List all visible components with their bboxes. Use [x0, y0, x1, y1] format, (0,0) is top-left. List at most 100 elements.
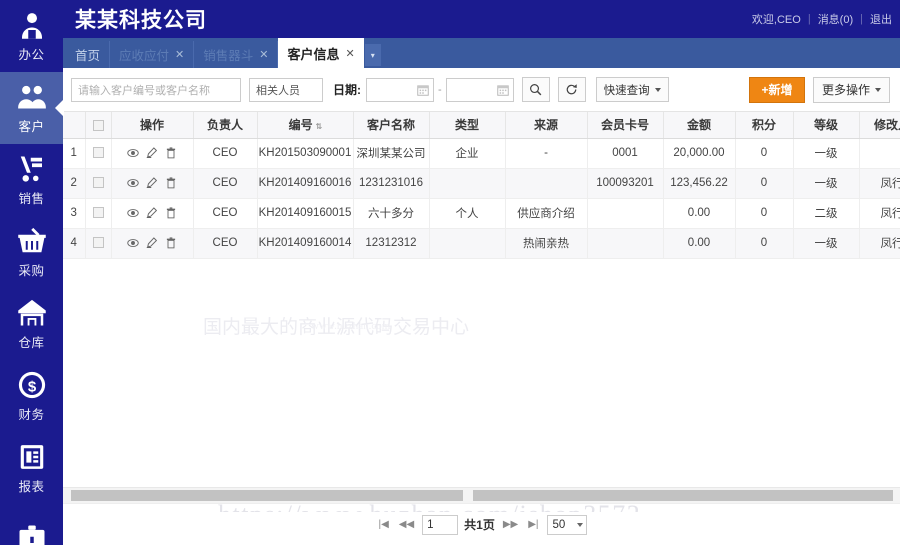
cell-checkbox[interactable] — [85, 168, 112, 199]
sort-icon[interactable]: ⇅ — [316, 122, 323, 131]
sidebar-item-customer[interactable]: 客户 — [0, 72, 63, 144]
cell-owner: CEO — [193, 138, 258, 169]
edit-icon[interactable] — [146, 237, 158, 249]
refresh-button[interactable] — [557, 77, 586, 102]
more-actions-label: 更多操作 — [821, 83, 870, 97]
column-header-select-all[interactable] — [85, 112, 112, 139]
page-size-select[interactable]: 50 — [546, 514, 587, 535]
watermark-domain: www.huzhan.com — [311, 320, 391, 332]
sidebar-item-finance[interactable]: $ 财务 — [0, 360, 63, 432]
quick-query-dropdown[interactable]: 快速查询 — [595, 77, 669, 102]
cell-modifier: 凤行 — [859, 168, 900, 199]
column-header-level[interactable]: 等级 — [793, 112, 860, 139]
edit-icon[interactable] — [146, 177, 158, 189]
sidebar-label-purchase: 采购 — [18, 263, 45, 278]
column-header-code[interactable]: 编号 ⇅ — [257, 112, 354, 139]
sidebar-item-sales[interactable]: 销售 — [0, 144, 63, 216]
cell-checkbox[interactable] — [85, 228, 112, 259]
close-icon[interactable]: ✕ — [175, 48, 184, 61]
scrollbar-track-right[interactable] — [473, 490, 893, 501]
cell-name: 1231231016 — [353, 168, 430, 199]
checkbox-icon[interactable] — [92, 147, 104, 159]
column-header-amount[interactable]: 金额 — [663, 112, 736, 139]
column-header-modifier[interactable]: 修改人 — [859, 112, 900, 139]
checkbox-icon[interactable] — [92, 120, 104, 132]
sidebar-item-purchase[interactable]: 采购 — [0, 216, 63, 288]
sidebar-item-warehouse[interactable]: 仓库 — [0, 288, 63, 360]
checkbox-icon[interactable] — [92, 207, 104, 219]
page-number-input[interactable]: 1 — [422, 514, 459, 535]
first-page-icon[interactable]: |◀ — [376, 519, 390, 530]
search-button[interactable] — [521, 77, 550, 102]
search-icon — [529, 83, 542, 96]
cell-type: 企业 — [429, 138, 506, 169]
scrollbar-thumb[interactable] — [71, 490, 463, 501]
edit-icon[interactable] — [146, 147, 158, 159]
cell-card — [587, 228, 664, 259]
delete-icon[interactable] — [165, 147, 177, 159]
tab-bar: 首页 应收应付 ✕ 销售器斗 ✕ 客户信息 ✕ ▾ — [63, 38, 900, 68]
view-icon[interactable] — [127, 237, 139, 249]
header-separator-1: | — [807, 13, 811, 25]
delete-icon[interactable] — [165, 237, 177, 249]
column-header-name[interactable]: 客户名称 — [353, 112, 430, 139]
prev-page-icon[interactable]: ◀◀ — [397, 519, 416, 530]
tab-customer-info[interactable]: 客户信息 ✕ — [278, 38, 364, 68]
table-row[interactable]: 2 CEO KH201409160016 1231231016 10009320… — [63, 168, 900, 199]
search-input[interactable]: 请输入客户编号或客户名称 — [71, 77, 241, 102]
delete-icon[interactable] — [165, 207, 177, 219]
column-header-source[interactable]: 来源 — [505, 112, 588, 139]
cell-code: KH201409160014 — [257, 228, 354, 259]
table-row[interactable]: 1 CEO KH201503090001 深圳某某公司 企业 - 0001 20… — [63, 138, 900, 169]
customer-table-container: 操作 负责人 编号⇅ 客户名称 类型 来源 会员卡号 金额 积分 等级 修改人 — [63, 112, 900, 512]
more-actions-dropdown[interactable]: 更多操作 — [812, 76, 890, 103]
date-from-input[interactable] — [366, 77, 434, 102]
cell-type — [429, 168, 506, 199]
edit-icon[interactable] — [146, 207, 158, 219]
delete-icon[interactable] — [165, 177, 177, 189]
view-icon[interactable] — [127, 147, 139, 159]
tab-sales[interactable]: 销售器斗 ✕ — [194, 41, 279, 68]
view-icon[interactable] — [127, 207, 139, 219]
column-header-card[interactable]: 会员卡号 — [587, 112, 664, 139]
cell-card: 100093201 — [587, 168, 664, 199]
sidebar-item-office[interactable]: 办公 — [0, 0, 63, 72]
table-row[interactable]: 3 CEO KH201409160015 六十多分 个人 供应商介绍 0.00 … — [63, 198, 900, 229]
cell-type — [429, 228, 506, 259]
logout-link[interactable]: 退出 — [870, 11, 892, 27]
cell-amount: 123,456.22 — [663, 168, 736, 199]
cell-checkbox[interactable] — [85, 198, 112, 229]
column-header-type[interactable]: 类型 — [429, 112, 506, 139]
cell-source — [505, 168, 588, 199]
column-header-points[interactable]: 积分 — [735, 112, 794, 139]
cell-modifier — [859, 138, 900, 169]
chevron-down-icon — [654, 87, 661, 92]
table-row[interactable]: 4 CEO KH201409160014 12312312 热闹亲热 0.00 … — [63, 228, 900, 259]
app-brand-title: 某某科技公司 — [75, 9, 207, 32]
checkbox-icon[interactable] — [92, 177, 104, 189]
close-icon[interactable]: ✕ — [346, 47, 355, 60]
cell-checkbox[interactable] — [85, 138, 112, 169]
last-page-icon[interactable]: ▶| — [526, 519, 540, 530]
tab-home[interactable]: 首页 — [66, 41, 111, 68]
next-page-icon[interactable]: ▶▶ — [501, 519, 520, 530]
add-new-button[interactable]: +新增 — [748, 76, 805, 103]
tab-receivable-payable[interactable]: 应收应付 ✕ — [110, 41, 195, 68]
table-header-row: 操作 负责人 编号⇅ 客户名称 类型 来源 会员卡号 金额 积分 等级 修改人 — [63, 112, 900, 139]
cell-operations — [111, 228, 194, 259]
view-icon[interactable] — [127, 177, 139, 189]
messages-link[interactable]: 消息(0) — [818, 11, 853, 27]
sidebar-label-report: 报表 — [18, 479, 45, 494]
horizontal-scrollbar[interactable] — [63, 487, 900, 503]
checkbox-icon[interactable] — [92, 237, 104, 249]
date-to-input[interactable] — [445, 77, 514, 102]
sidebar-item-more[interactable] — [0, 504, 63, 545]
cell-type: 个人 — [429, 198, 506, 229]
sidebar-item-report[interactable]: 报表 — [0, 432, 63, 504]
chevron-down-icon[interactable]: ▾ — [364, 44, 381, 66]
related-person-input[interactable]: 相关人员 — [249, 77, 323, 102]
column-header-owner[interactable]: 负责人 — [193, 112, 258, 139]
close-icon[interactable]: ✕ — [259, 48, 268, 61]
column-header-operation[interactable]: 操作 — [111, 112, 194, 139]
cell-rownum: 1 — [63, 138, 86, 169]
